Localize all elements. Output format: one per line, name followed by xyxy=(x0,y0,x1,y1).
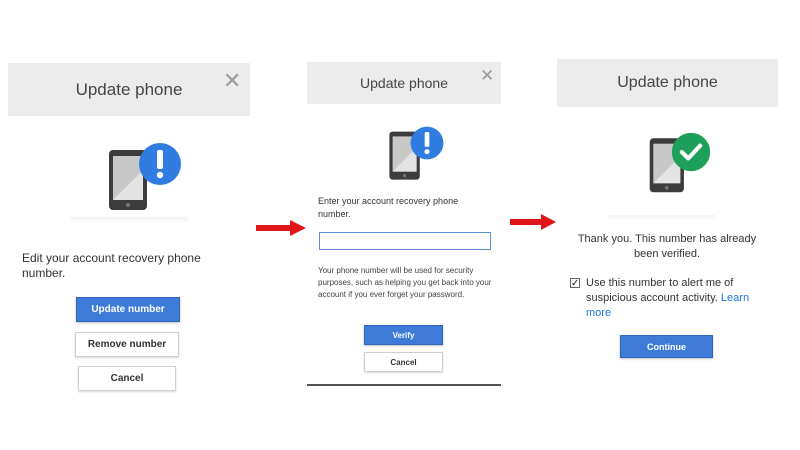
illustration-divider xyxy=(609,215,715,221)
description-text: Edit your account recovery phone number. xyxy=(22,251,201,280)
exclamation-badge-icon xyxy=(410,126,444,160)
verified-message: Thank you. This number has already been … xyxy=(577,233,757,260)
checkmark-badge-icon xyxy=(671,132,711,172)
illustration-divider xyxy=(70,217,188,223)
continue-button[interactable]: Continue xyxy=(620,335,713,358)
dialog-title: Update phone xyxy=(360,75,448,91)
remove-number-button[interactable]: Remove number xyxy=(75,332,179,357)
phone-illustration xyxy=(387,126,451,187)
dialog-header: Update phone xyxy=(307,62,501,104)
phone-illustration xyxy=(106,143,186,218)
red-arrow-right-icon xyxy=(510,214,556,230)
alert-checkbox[interactable]: ✓ xyxy=(570,278,580,289)
exclamation-badge-icon xyxy=(139,143,181,185)
red-arrow-right-icon xyxy=(256,220,306,236)
phone-number-input[interactable] xyxy=(319,232,491,250)
verify-button[interactable]: Verify xyxy=(364,325,443,345)
close-icon[interactable]: ✕ xyxy=(480,67,494,84)
cancel-button[interactable]: Cancel xyxy=(78,366,176,391)
dialog-header: Update phone xyxy=(8,63,250,116)
panel-edit-phone: Update phone ✕ Edit your account recover… xyxy=(8,63,250,398)
phone-illustration xyxy=(647,132,719,200)
dialog-title: Update phone xyxy=(617,74,718,91)
security-note: Your phone number will be used for secur… xyxy=(318,266,492,299)
dialog-header: Update phone xyxy=(557,59,778,107)
panel-enter-phone: Update phone ✕ Enter your account recove… xyxy=(307,62,501,387)
panel-verified: Update phone Thank you. This number has … xyxy=(557,59,778,379)
prompt-text: Enter your account recovery phone number… xyxy=(318,196,459,219)
panel-bottom-border xyxy=(307,384,501,386)
update-number-button[interactable]: Update number xyxy=(76,297,180,322)
dialog-title: Update phone xyxy=(75,79,183,99)
close-icon[interactable]: ✕ xyxy=(223,70,241,92)
checkbox-label-text: Use this number to alert me of suspiciou… xyxy=(586,277,734,304)
cancel-button[interactable]: Cancel xyxy=(364,352,443,372)
checkbox-label: Use this number to alert me of suspiciou… xyxy=(586,276,756,321)
